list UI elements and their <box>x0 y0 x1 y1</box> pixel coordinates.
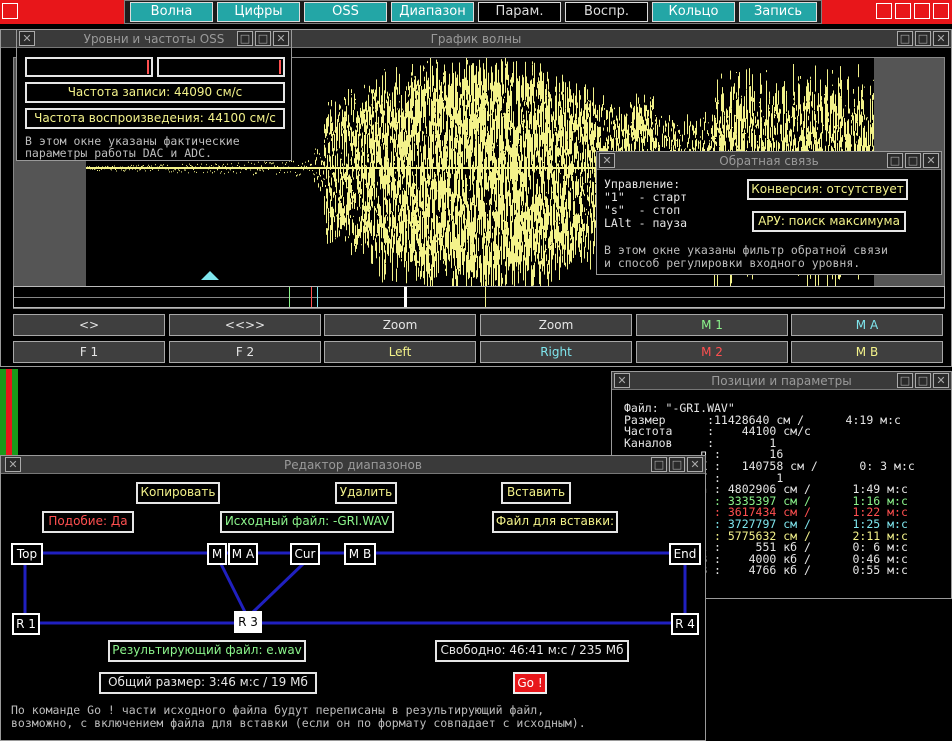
maximize-icon[interactable]: □ <box>915 373 931 388</box>
zoom-out-button[interactable]: Zoom <box>480 314 632 336</box>
node-m[interactable]: M <box>207 543 227 565</box>
marker-m1-button[interactable]: M 1 <box>636 314 788 336</box>
feedback-control-line2: "1" - старт <box>604 190 688 204</box>
marker-ma-line <box>317 287 318 307</box>
menu-digits[interactable]: Цифры <box>217 2 300 22</box>
range-graph-edges <box>23 551 687 625</box>
topbar-close-icon[interactable] <box>2 3 18 19</box>
feedback-control-line3: "s" - стоп <box>604 203 681 217</box>
topbar-menu-icon[interactable] <box>876 3 892 19</box>
node-top[interactable]: Top <box>11 543 43 565</box>
maximize-icon[interactable]: □ <box>915 31 931 46</box>
feedback-note-line1: В этом окне указаны фильтр обратной связ… <box>604 243 888 257</box>
f1-button[interactable]: F 1 <box>13 341 165 363</box>
menu-range[interactable]: Диапазон <box>391 2 474 22</box>
right-button[interactable]: Right <box>480 341 632 363</box>
playhead-marker[interactable] <box>404 287 407 307</box>
close-icon[interactable]: ✕ <box>273 31 289 46</box>
marker-m1-line <box>289 287 290 307</box>
marker-ma-button[interactable]: M A <box>791 314 943 336</box>
close-icon[interactable]: □ <box>897 31 913 46</box>
maximize-icon[interactable]: □ <box>255 31 271 46</box>
menu-oss[interactable]: OSS <box>304 2 387 22</box>
level-meter-left-peak <box>147 60 149 74</box>
close-icon[interactable]: ✕ <box>923 153 939 168</box>
feedback-window: ✕ Обратная связь □ □ ✕ Управление: "1" -… <box>596 151 942 275</box>
left-status-strip-red <box>6 369 12 464</box>
node-r4[interactable]: R 4 <box>671 613 699 635</box>
level-meter-right <box>157 57 285 77</box>
zoom-in-button[interactable]: Zoom <box>324 314 476 336</box>
feedback-window-titlebar[interactable]: ✕ Обратная связь □ □ ✕ <box>597 152 941 170</box>
level-meter-right-peak <box>279 60 281 74</box>
marker-m2-button[interactable]: M 2 <box>636 341 788 363</box>
close-icon[interactable]: ✕ <box>933 373 949 388</box>
node-end[interactable]: End <box>669 543 701 565</box>
oss-note-line2: параметры работы DAC и ADC. <box>25 146 212 160</box>
marker-mb-line <box>485 287 486 307</box>
feedback-note-line2: и способ регулировки входного уровня. <box>604 256 861 270</box>
record-rate-label: Частота записи: 44090 см/с <box>25 82 285 103</box>
conversion-button[interactable]: Конверсия: отсутствует <box>747 179 908 200</box>
topbar-minimize-icon[interactable] <box>895 3 911 19</box>
node-r1[interactable]: R 1 <box>12 613 40 635</box>
minimize-icon[interactable]: □ <box>897 373 913 388</box>
marker-mb-button[interactable]: M B <box>791 341 943 363</box>
maximize-icon[interactable]: □ <box>905 153 921 168</box>
topbar-exit-icon[interactable] <box>933 3 949 19</box>
scroll-fast-button[interactable]: <<>> <box>169 314 321 336</box>
oss-window: ✕ Уровни и частоты OSS □ □ ✕ Частота зап… <box>16 29 292 161</box>
position-bar[interactable] <box>13 286 945 308</box>
range-note-line1: По команде Go ! части исходного файла бу… <box>11 703 545 717</box>
close-icon[interactable]: ✕ <box>933 31 949 46</box>
position-bar-midline <box>14 297 944 298</box>
left-button[interactable]: Left <box>324 341 476 363</box>
scroll-button[interactable]: <> <box>13 314 165 336</box>
cursor-marker-icon[interactable] <box>201 271 219 280</box>
level-meter-left <box>25 57 153 77</box>
result-file-button[interactable]: Результирующий файл: e.wav <box>108 640 306 662</box>
menu-params[interactable]: Парам. <box>478 2 561 22</box>
params-window-titlebar[interactable]: ✕ Позиции и параметры □ □ ✕ <box>612 372 951 390</box>
play-rate-label: Частота воспроизведения: 44100 см/с <box>25 108 285 129</box>
feedback-control-line4: LAlt - пауза <box>604 216 688 230</box>
total-size-label: Общий размер: 3:46 м:с / 19 Мб <box>99 672 317 694</box>
feedback-control-line1: Управление: <box>604 177 681 191</box>
menu-playback[interactable]: Воспр. <box>565 2 648 22</box>
oss-window-titlebar[interactable]: ✕ Уровни и частоты OSS □ □ ✕ <box>17 30 291 48</box>
minimize-icon[interactable]: □ <box>887 153 903 168</box>
node-ma[interactable]: M A <box>228 543 258 565</box>
free-space-label: Свободно: 46:41 м:с / 235 Мб <box>435 640 629 662</box>
agc-button[interactable]: АРУ: поиск максимума <box>752 211 906 232</box>
menu-wave[interactable]: Волна <box>130 2 213 22</box>
marker-m2-line <box>311 287 312 307</box>
menu-record[interactable]: Запись <box>739 2 817 22</box>
topbar-maximize-icon[interactable] <box>914 3 930 19</box>
minimize-icon[interactable]: □ <box>237 31 253 46</box>
node-mb[interactable]: M B <box>344 543 376 565</box>
range-note-line2: возможно, с включением файла для вставки… <box>11 716 586 730</box>
menu-ring[interactable]: Кольцо <box>652 2 735 22</box>
node-cur[interactable]: Cur <box>290 543 320 565</box>
go-button[interactable]: Go ! <box>513 672 547 694</box>
main-menu: Волна Цифры OSS Диапазон Парам. Воспр. К… <box>124 0 822 24</box>
node-r3[interactable]: R 3 <box>234 611 262 633</box>
range-editor-window: ✕ Редактор диапазонов □ □ ✕ Копировать У… <box>0 455 706 741</box>
f2-button[interactable]: F 2 <box>169 341 321 363</box>
